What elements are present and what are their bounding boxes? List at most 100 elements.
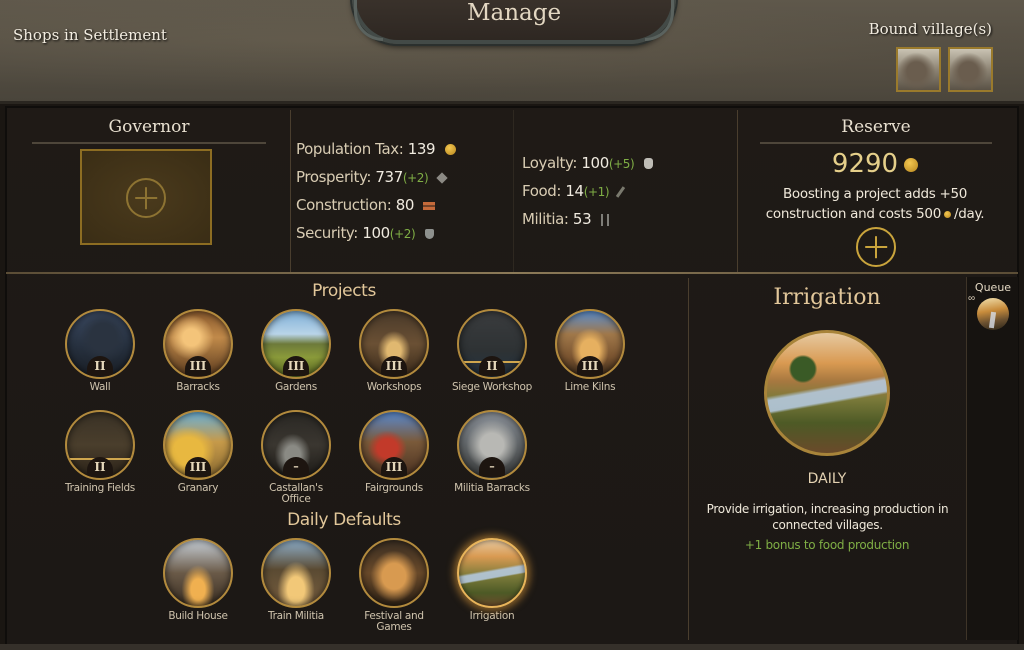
stat-value: 139 bbox=[407, 140, 436, 158]
detail-title: Irrigation bbox=[773, 285, 881, 310]
coin-icon bbox=[444, 144, 456, 155]
reserve-underline bbox=[760, 142, 992, 144]
reserve-desc-text: construction and costs 500 bbox=[765, 206, 942, 222]
project-lime[interactable]: III Lime Kilns bbox=[540, 309, 640, 393]
reserve-title: Reserve bbox=[841, 117, 911, 137]
project-name: Castallan's Office bbox=[269, 482, 323, 505]
top-bar: Shops in Settlement Manage Bound village… bbox=[0, 0, 1024, 104]
stat-label: Food: bbox=[522, 182, 562, 200]
tier-badge: III bbox=[185, 457, 211, 477]
project-name: Lime Kilns bbox=[564, 381, 616, 393]
tier-badge: – bbox=[283, 457, 309, 477]
stat-population-tax: Population Tax: 139 bbox=[296, 140, 456, 158]
project-image: II bbox=[65, 410, 135, 480]
tier-badge: – bbox=[479, 457, 505, 477]
queue-item-irrigation[interactable] bbox=[977, 298, 1009, 330]
reserve-desc-text: /day. bbox=[954, 206, 985, 222]
project-castallan[interactable]: – Castallan's Office bbox=[246, 410, 346, 505]
project-name: Granary bbox=[177, 482, 219, 494]
stat-security: Security: 100(+2) bbox=[296, 224, 434, 242]
tier-badge: III bbox=[381, 356, 407, 376]
stat-militia: Militia: 53 bbox=[522, 210, 609, 228]
reserve-amount: 9290 bbox=[740, 149, 1010, 179]
governor-slot[interactable] bbox=[80, 149, 212, 245]
project-image: III bbox=[163, 309, 233, 379]
project-barracks[interactable]: III Barracks bbox=[148, 309, 248, 393]
stat-label: Security: bbox=[296, 224, 358, 242]
project-image: – bbox=[261, 410, 331, 480]
daily-irrigation[interactable]: Irrigation bbox=[442, 538, 542, 622]
infinity-icon: ∞ bbox=[968, 293, 976, 304]
project-name: Wall bbox=[89, 381, 111, 393]
mask-icon bbox=[643, 158, 653, 169]
queue-column bbox=[966, 277, 1018, 640]
stat-change: (+1) bbox=[583, 185, 610, 199]
bound-village-2[interactable] bbox=[948, 47, 993, 92]
stat-food: Food: 14(+1) bbox=[522, 182, 625, 200]
governor-title: Governor bbox=[108, 117, 190, 137]
coin-icon bbox=[904, 157, 919, 172]
stat-value: 737 bbox=[375, 168, 403, 186]
project-siege[interactable]: II Siege Workshop bbox=[442, 309, 542, 393]
tier-badge: II bbox=[87, 356, 113, 376]
stat-label: Construction: bbox=[296, 196, 392, 214]
bound-village-1[interactable] bbox=[896, 47, 941, 92]
shops-in-settlement-button[interactable]: Shops in Settlement bbox=[13, 26, 167, 44]
daily-train[interactable]: Train Militia bbox=[246, 538, 346, 622]
project-image: II bbox=[65, 309, 135, 379]
bound-villages-label: Bound village(s) bbox=[868, 20, 992, 38]
detail-type: DAILY bbox=[807, 471, 847, 487]
reserve-value: 9290 bbox=[831, 149, 899, 179]
coin-icon bbox=[944, 210, 951, 218]
reserve-desc-line1: Boosting a project adds +50 bbox=[782, 186, 968, 202]
divider bbox=[688, 278, 689, 640]
project-wall[interactable]: II Wall bbox=[50, 309, 150, 393]
stat-prosperity: Prosperity: 737(+2) bbox=[296, 168, 448, 186]
reserve-description: Boosting a project adds +50 construction… bbox=[740, 184, 1010, 224]
stat-construction: Construction: 80 bbox=[296, 196, 436, 214]
project-name: Siege Workshop bbox=[451, 381, 533, 393]
daily-name: Build House bbox=[168, 610, 228, 622]
project-gardens[interactable]: III Gardens bbox=[246, 309, 346, 393]
bottom-border bbox=[0, 644, 1024, 650]
stat-label: Militia: bbox=[522, 210, 569, 228]
title-plate: Manage bbox=[352, 0, 676, 44]
tier-badge: III bbox=[283, 356, 309, 376]
stat-value: 80 bbox=[395, 196, 415, 214]
projects-title: Projects bbox=[312, 281, 376, 301]
daily-name: Train Militia bbox=[268, 610, 324, 622]
daily-name: Festival and Games bbox=[364, 610, 424, 633]
stat-value: 100 bbox=[362, 224, 390, 242]
project-image: II bbox=[457, 309, 527, 379]
divider bbox=[737, 110, 738, 272]
project-training[interactable]: II Training Fields bbox=[50, 410, 150, 494]
divider bbox=[513, 110, 514, 272]
stat-change: (+5) bbox=[608, 157, 635, 171]
project-fair[interactable]: III Fairgrounds bbox=[344, 410, 444, 494]
project-name: Militia Barracks bbox=[454, 482, 530, 494]
project-militia-b[interactable]: – Militia Barracks bbox=[442, 410, 542, 494]
daily-image bbox=[359, 538, 429, 608]
pitchfork-icon bbox=[600, 213, 609, 226]
project-name: Fairgrounds bbox=[365, 482, 423, 494]
stat-value: 53 bbox=[572, 210, 592, 228]
project-image: III bbox=[163, 410, 233, 480]
boost-project-button[interactable] bbox=[856, 227, 896, 267]
project-granary[interactable]: III Granary bbox=[148, 410, 248, 494]
daily-house[interactable]: Build House bbox=[148, 538, 248, 622]
project-name: Workshops bbox=[366, 381, 422, 393]
project-image: III bbox=[261, 309, 331, 379]
page-title: Manage bbox=[466, 0, 562, 26]
tier-badge: III bbox=[381, 457, 407, 477]
governor-underline bbox=[32, 142, 266, 144]
prosperity-icon bbox=[436, 171, 448, 184]
shield-icon bbox=[424, 228, 434, 239]
project-workshops[interactable]: III Workshops bbox=[344, 309, 444, 393]
daily-image bbox=[163, 538, 233, 608]
bricks-icon bbox=[423, 201, 436, 210]
reserve-desc-line2: construction and costs 500/day. bbox=[740, 204, 1010, 224]
detail-description: Provide irrigation, increasing productio… bbox=[706, 502, 949, 532]
detail-bonus: +1 bonus to food production bbox=[744, 538, 910, 552]
stat-label: Prosperity: bbox=[296, 168, 372, 186]
daily-festival[interactable]: Festival and Games bbox=[344, 538, 444, 633]
